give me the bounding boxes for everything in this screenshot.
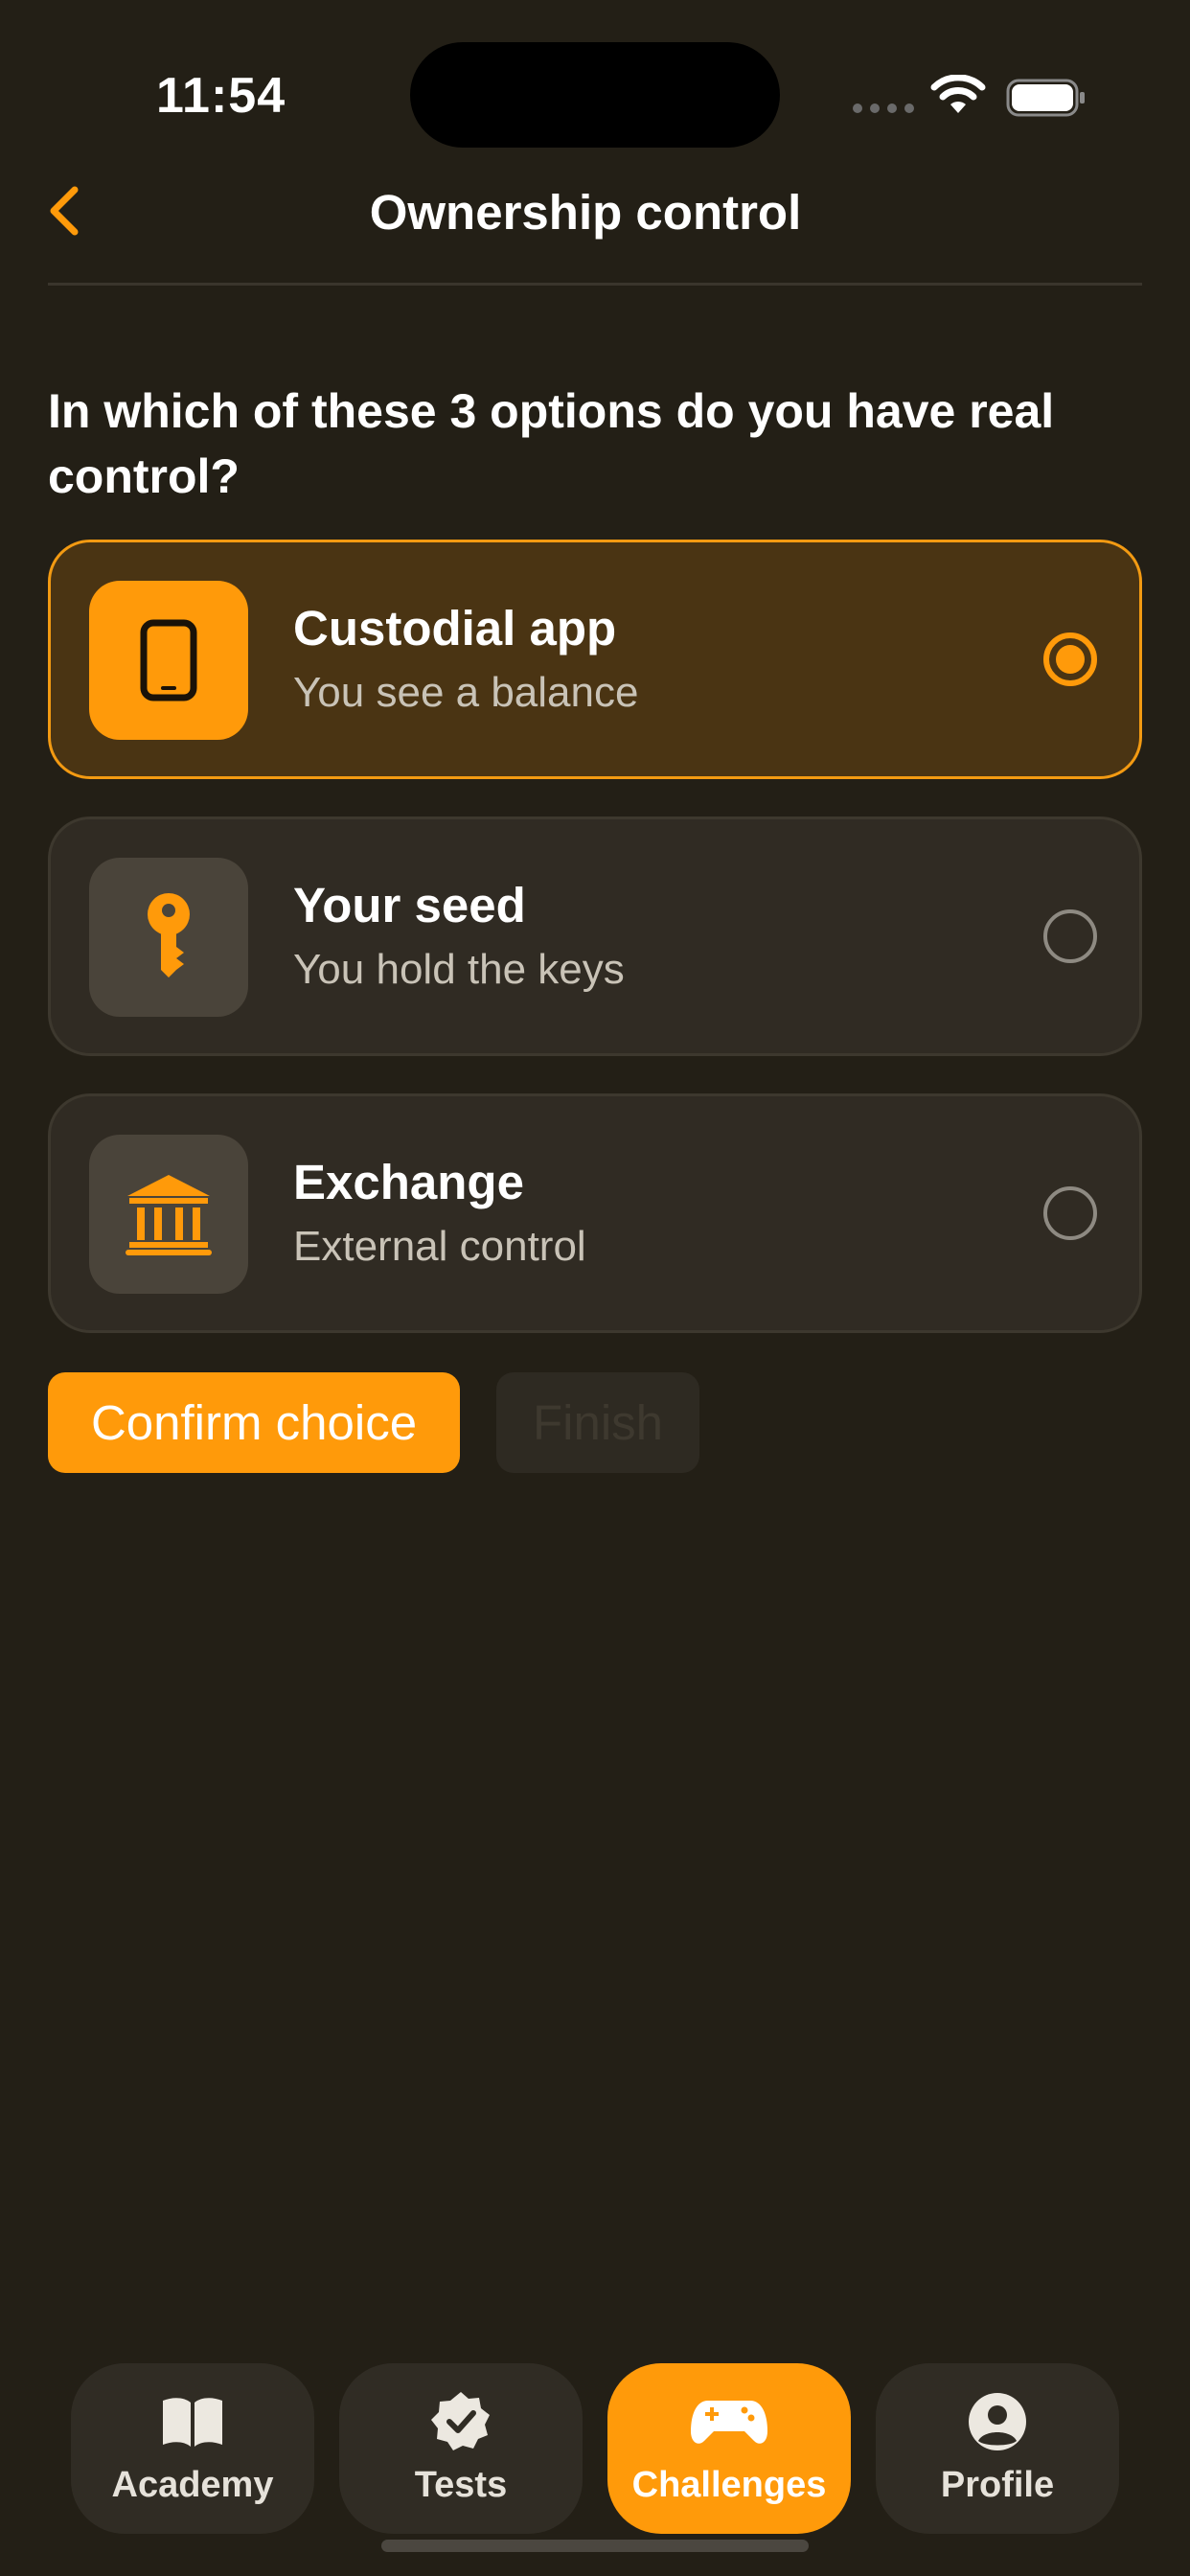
option-icon-tile xyxy=(89,581,248,740)
option-your-seed[interactable]: Your seed You hold the keys xyxy=(48,816,1142,1056)
battery-icon xyxy=(1006,79,1085,117)
tab-label: Challenges xyxy=(631,2465,827,2505)
radio-dot xyxy=(1056,645,1085,674)
radio-selected[interactable] xyxy=(1043,632,1097,686)
book-icon xyxy=(163,2398,222,2447)
status-icons xyxy=(853,75,1092,119)
checkmark-badge-icon xyxy=(431,2392,490,2450)
question-text: In which of these 3 options do you have … xyxy=(48,384,1055,503)
phone-icon xyxy=(140,619,197,702)
option-subtitle: You hold the keys xyxy=(293,946,625,993)
page-title: Ownership control xyxy=(369,185,802,240)
tab-academy[interactable]: Academy xyxy=(71,2363,314,2534)
tab-tests[interactable]: Tests xyxy=(339,2363,583,2534)
option-title: Your seed xyxy=(293,878,526,932)
radio-unselected[interactable] xyxy=(1043,909,1097,963)
status-time: 11:54 xyxy=(156,68,286,124)
option-subtitle: External control xyxy=(293,1223,586,1270)
option-subtitle: You see a balance xyxy=(293,669,639,716)
header-divider xyxy=(48,283,1142,286)
gamepad-icon xyxy=(691,2401,767,2444)
finish-button[interactable]: Finish xyxy=(496,1372,699,1473)
tab-label: Profile xyxy=(940,2465,1055,2505)
confirm-choice-button[interactable]: Confirm choice xyxy=(48,1372,460,1473)
bank-icon xyxy=(126,1175,212,1255)
option-icon-tile xyxy=(89,1135,248,1294)
option-title: Custodial app xyxy=(293,601,617,656)
option-title: Exchange xyxy=(293,1155,524,1209)
option-icon-tile xyxy=(89,858,248,1017)
wifi-icon xyxy=(930,75,986,113)
tab-label: Academy xyxy=(111,2465,274,2505)
tab-label: Tests xyxy=(414,2465,508,2505)
dynamic-island xyxy=(410,42,780,148)
tab-challenges[interactable]: Challenges xyxy=(607,2363,851,2534)
option-exchange[interactable]: Exchange External control xyxy=(48,1093,1142,1333)
person-circle-icon xyxy=(969,2393,1026,2450)
cellular-signal-icon xyxy=(853,104,914,113)
home-indicator xyxy=(381,2540,809,2552)
key-icon xyxy=(148,893,190,978)
option-custodial-app[interactable]: Custodial app You see a balance xyxy=(48,540,1142,779)
radio-unselected[interactable] xyxy=(1043,1186,1097,1240)
tab-profile[interactable]: Profile xyxy=(876,2363,1119,2534)
